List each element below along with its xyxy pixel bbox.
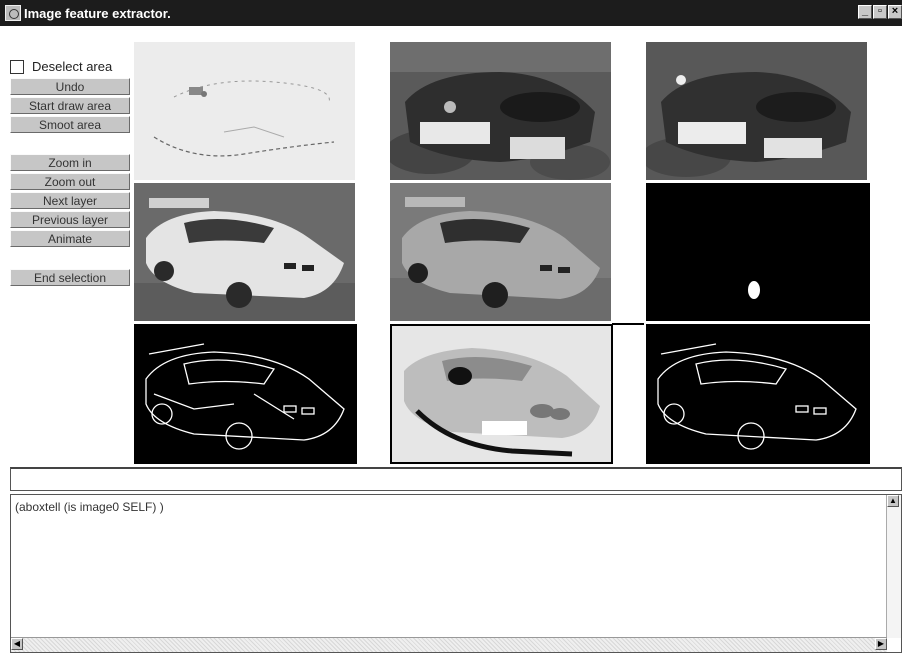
animate-button[interactable]: Animate [10, 230, 130, 247]
scroll-left-icon[interactable]: ◀ [11, 638, 23, 650]
app-icon[interactable] [5, 5, 21, 21]
next-layer-button[interactable]: Next layer [10, 192, 130, 209]
smoothed-car-graphic [134, 183, 355, 321]
image-edge-map[interactable] [134, 324, 357, 464]
deselect-area-row[interactable]: Deselect area [10, 59, 112, 74]
image-gradient-edges[interactable] [134, 42, 355, 180]
segmented-2-graphic [646, 42, 867, 180]
maximize-icon[interactable]: ▫ [873, 5, 887, 19]
image-selection-mask[interactable] [646, 183, 870, 321]
segmented-1-graphic [390, 42, 611, 180]
image-segmented-2[interactable] [646, 42, 867, 180]
scroll-right-icon[interactable]: ▶ [875, 638, 887, 650]
minimize-icon[interactable]: _ [858, 5, 872, 19]
image-original-car[interactable] [390, 183, 611, 321]
image-region-map[interactable] [390, 324, 613, 464]
original-car-graphic [390, 183, 611, 321]
previous-layer-button[interactable]: Previous layer [10, 211, 130, 228]
close-icon[interactable]: × [888, 5, 902, 19]
contour-map-graphic [646, 324, 870, 464]
undo-button[interactable]: Undo [10, 78, 130, 95]
gradient-edges-graphic [134, 42, 355, 180]
scroll-up-icon[interactable]: ▲ [887, 495, 899, 507]
deselect-area-label: Deselect area [32, 59, 113, 74]
end-selection-button[interactable]: End selection [10, 269, 130, 286]
image-segmented-1[interactable] [390, 42, 611, 180]
selection-mask-graphic [646, 183, 870, 321]
vertical-scrollbar[interactable]: ▲ [886, 495, 901, 638]
region-map-graphic [392, 326, 611, 462]
title-bar: Image feature extractor. _ ▫ × [0, 0, 902, 26]
command-input[interactable] [10, 467, 902, 491]
output-text: (aboxtell (is image0 SELF) ) [15, 500, 164, 514]
smoot-area-button[interactable]: Smoot area [10, 116, 130, 133]
edge-map-graphic [134, 324, 357, 464]
window-title: Image feature extractor. [24, 5, 171, 21]
image-smoothed-car[interactable] [134, 183, 355, 321]
zoom-out-button[interactable]: Zoom out [10, 173, 130, 190]
window-controls: _ ▫ × [858, 5, 902, 19]
output-area[interactable]: (aboxtell (is image0 SELF) ) ▲ ◀ ▶ [10, 494, 902, 653]
deselect-area-checkbox[interactable] [10, 59, 24, 74]
start-draw-area-button[interactable]: Start draw area [10, 97, 130, 114]
horizontal-scrollbar[interactable]: ◀ ▶ [11, 637, 887, 652]
zoom-in-button[interactable]: Zoom in [10, 154, 130, 171]
image-contour-map[interactable] [646, 324, 870, 464]
divider [612, 323, 644, 325]
